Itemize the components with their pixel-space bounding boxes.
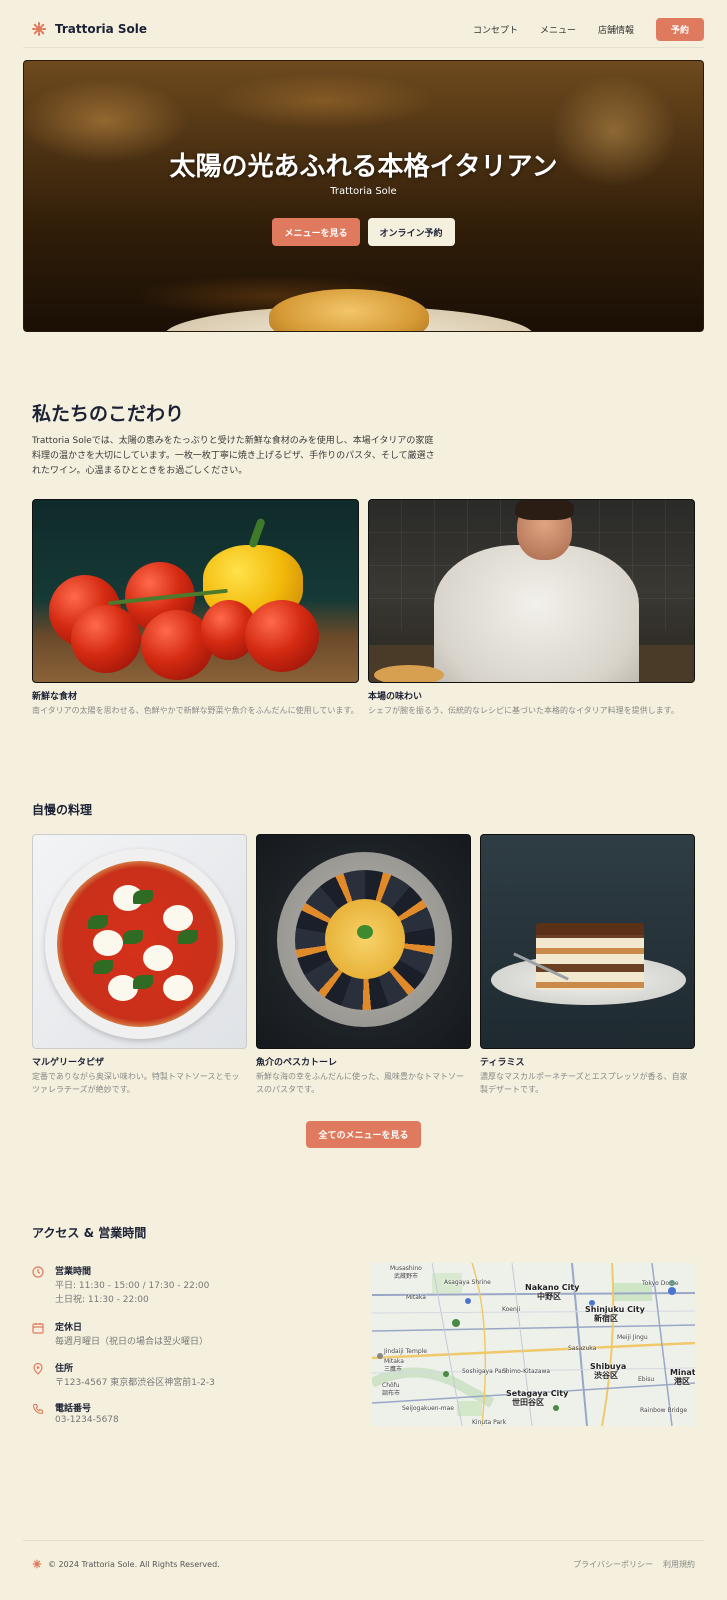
view-menu-button[interactable]: メニューを見る	[272, 218, 360, 246]
info-closed-days: 定休日 毎週月曜日（祝日の場合は翌火曜日）	[32, 1320, 332, 1350]
card-description: 南イタリアの太陽を思わせる、色鮮やかで新鮮な野菜や魚介をふんだんに使用しています…	[32, 706, 359, 715]
card-title: 新鮮な食材	[32, 692, 78, 702]
clock-icon	[32, 1266, 44, 1278]
info-phone: 電話番号 03-1234-5678	[32, 1401, 332, 1431]
nav-concept[interactable]: コンセプト	[473, 23, 518, 36]
map-label: 三鷹市	[384, 1366, 403, 1373]
hero-pasta-image	[269, 289, 429, 331]
dishes-title: 自慢の料理	[32, 803, 93, 817]
info-label: 定休日	[55, 1323, 83, 1333]
map-label: 調布市	[382, 1390, 401, 1397]
info-phone-number[interactable]: 03-1234-5678	[55, 1415, 119, 1425]
dish-description: 濃厚なマスカルポーネチーズとエスプレッソが香る、自家製デザートです。	[480, 1072, 688, 1094]
concept-text: Trattoria Soleでは、太陽の恵みをたっぷりと受けた新鮮な食材のみを使…	[32, 436, 435, 476]
map-label: Seijogakuen-mae	[402, 1405, 454, 1412]
map-label: Shimo-Kitazawa	[502, 1368, 551, 1375]
map-label: Koenji	[502, 1306, 521, 1313]
online-reservation-button[interactable]: オンライン予約	[367, 218, 455, 246]
calendar-icon	[32, 1323, 44, 1334]
nav-menu[interactable]: メニュー	[540, 23, 576, 36]
dish-title: マルゲリータピザ	[32, 1058, 105, 1068]
map-label: Setagaya City	[506, 1389, 569, 1398]
info-address: 住所 〒123-4567 東京都渋谷区神宮前1-2-3	[32, 1361, 332, 1391]
tiramisu-image	[480, 834, 695, 1049]
info-line: 平日: 11:30 - 15:00 / 17:30 - 22:00	[55, 1281, 210, 1291]
margherita-pizza-image	[32, 834, 247, 1049]
map-label: Tokyo Dome	[642, 1280, 679, 1287]
concept-card-ingredients: 新鮮な食材 南イタリアの太陽を思わせる、色鮮やかで新鮮な野菜や魚介をふんだんに使…	[32, 499, 359, 717]
map-label: Soshigaya Park	[462, 1368, 508, 1375]
map-label: Jindaiji Temple	[384, 1348, 427, 1355]
map-label: Ebisu	[638, 1376, 655, 1383]
footer-links: プライバシーポリシー 利用規約	[563, 1559, 695, 1570]
info-label: 住所	[55, 1364, 74, 1374]
map-label: 武蔵野市	[394, 1273, 419, 1280]
map-label: Asagaya Shrine	[444, 1279, 491, 1286]
phone-icon	[32, 1403, 44, 1415]
map-label: 渋谷区	[594, 1371, 618, 1380]
map-label: Minato C	[670, 1368, 695, 1377]
concept-title: 私たちのこだわり	[32, 403, 185, 425]
map-label: 世田谷区	[512, 1398, 544, 1407]
terms-link[interactable]: 利用規約	[663, 1559, 695, 1570]
map-label: 新宿区	[594, 1314, 618, 1323]
map-label: Meiji Jingu	[617, 1334, 648, 1341]
card-description: シェフが腕を振るう、伝統的なレシピに基づいた本格的なイタリア料理を提供します。	[368, 706, 679, 715]
map[interactable]: Musashino 武蔵野市 Asagaya Shrine Nakano Cit…	[372, 1263, 695, 1426]
info-hours: 営業時間 平日: 11:30 - 15:00 / 17:30 - 22:00 土…	[32, 1264, 332, 1305]
dish-description: 新鮮な海の幸をふんだんに使った、風味豊かなトマトソースのパスタです。	[256, 1072, 464, 1094]
map-label: 港区	[674, 1377, 690, 1386]
pescatore-pasta-image	[256, 834, 471, 1049]
dish-title: 魚介のペスカトーレ	[256, 1058, 338, 1068]
chef-image	[368, 499, 695, 683]
sun-logo-icon	[32, 22, 46, 36]
dish-description: 定番でありながら奥深い味わい。特製トマトソースとモッツァレラチーズが絶妙です。	[32, 1072, 240, 1094]
site-header: Trattoria Sole コンセプト メニュー 店舗情報 予約	[23, 0, 704, 48]
hero-subtitle: Trattoria Sole	[330, 186, 397, 197]
footer-brand: © 2024 Trattoria Sole. All Rights Reserv…	[32, 1559, 220, 1569]
map-label: Shinjuku City	[585, 1305, 645, 1314]
copyright: © 2024 Trattoria Sole. All Rights Reserv…	[48, 1559, 220, 1569]
map-label: 中野区	[537, 1292, 561, 1301]
dish-card-margherita[interactable]: マルゲリータピザ 定番でありながら奥深い味わい。特製トマトソースとモッツァレラチ…	[32, 834, 247, 1096]
brand-name: Trattoria Sole	[55, 22, 148, 36]
hero-banner: 太陽の光あふれる本格イタリアン Trattoria Sole メニューを見る オ…	[23, 60, 704, 332]
nav-store-info[interactable]: 店舗情報	[598, 23, 634, 36]
hero-title: 太陽の光あふれる本格イタリアン	[169, 152, 558, 182]
map-label: Rainbow Bridge	[640, 1407, 688, 1414]
location-pin-icon	[33, 1363, 43, 1375]
map-label: Shibuya	[590, 1362, 627, 1371]
info-label: 電話番号	[55, 1404, 92, 1414]
map-label: Sasazuka	[568, 1345, 597, 1352]
footer-divider	[23, 1540, 704, 1541]
dish-card-pescatore[interactable]: 魚介のペスカトーレ 新鮮な海の幸をふんだんに使った、風味豊かなトマトソースのパス…	[256, 834, 471, 1096]
info-line: 〒123-4567 東京都渋谷区神宮前1-2-3	[55, 1378, 215, 1388]
map-label: Kinuta Park	[472, 1419, 507, 1426]
map-label: Mitaka	[406, 1294, 426, 1301]
main-nav: コンセプト メニュー 店舗情報 予約	[473, 18, 704, 41]
view-all-menu-button[interactable]: 全てのメニューを見る	[306, 1121, 421, 1148]
tomatoes-image	[32, 499, 359, 683]
concept-card-authentic: 本場の味わい シェフが腕を振るう、伝統的なレシピに基づいた本格的なイタリア料理を…	[368, 499, 695, 717]
privacy-policy-link[interactable]: プライバシーポリシー	[573, 1559, 653, 1570]
reserve-button[interactable]: 予約	[656, 18, 704, 41]
info-line: 土日祝: 11:30 - 22:00	[55, 1295, 149, 1305]
logo[interactable]: Trattoria Sole	[31, 21, 147, 37]
map-label: Nakano City	[525, 1283, 580, 1292]
info-line: 毎週月曜日（祝日の場合は翌火曜日）	[55, 1337, 209, 1347]
sun-logo-icon	[32, 1559, 42, 1569]
info-label: 営業時間	[55, 1267, 92, 1277]
dish-card-tiramisu[interactable]: ティラミス 濃厚なマスカルポーネチーズとエスプレッソが香る、自家製デザートです。	[480, 834, 695, 1096]
dish-title: ティラミス	[480, 1058, 525, 1068]
card-title: 本場の味わい	[368, 692, 423, 702]
access-title: アクセス & 営業時間	[32, 1226, 147, 1240]
